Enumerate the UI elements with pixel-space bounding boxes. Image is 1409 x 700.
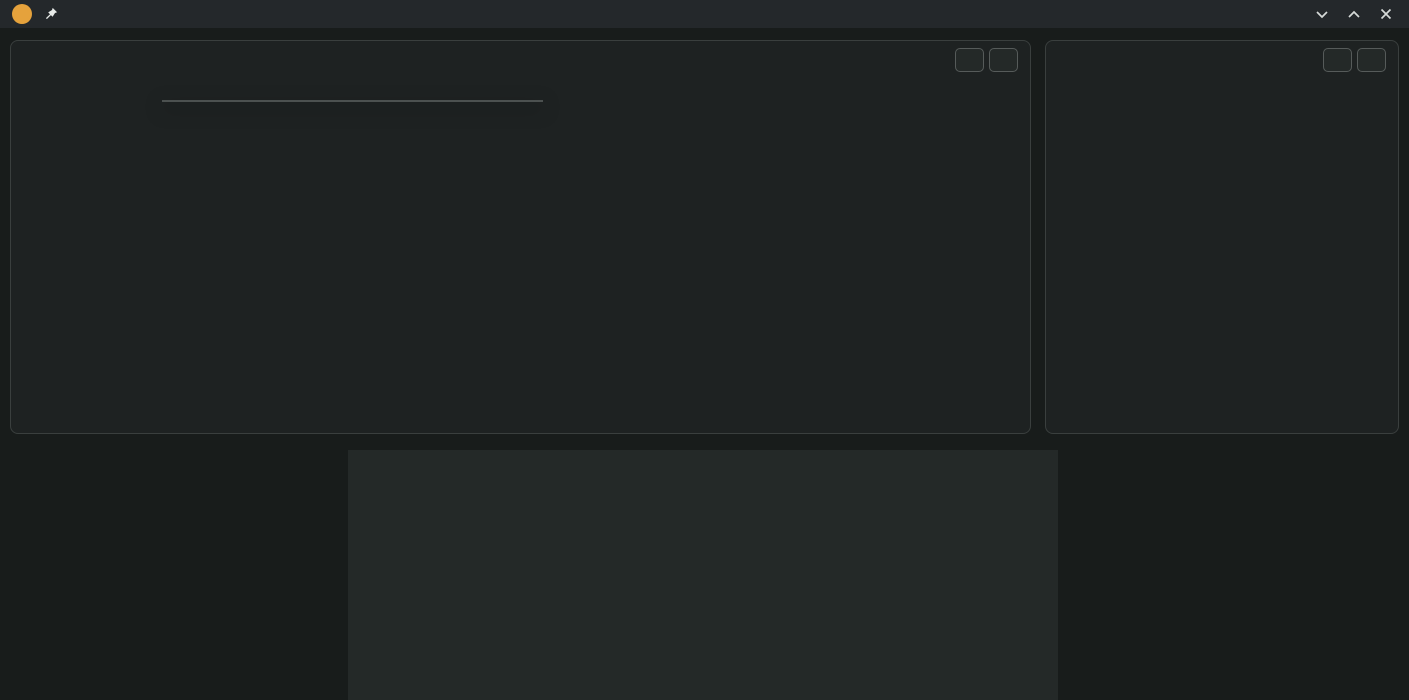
app-logo-icon: [12, 4, 32, 24]
hide-channels-button[interactable]: [1323, 48, 1352, 72]
maximize-icon[interactable]: [1343, 4, 1365, 24]
targets-panel: [1045, 40, 1399, 434]
window-controls: [1311, 4, 1397, 24]
add-channel-button[interactable]: [1357, 48, 1386, 72]
routing-matrix: [348, 450, 1058, 700]
channel-context-menu: [162, 100, 543, 102]
pin-icon[interactable]: [44, 7, 58, 21]
titlebar: [0, 0, 1409, 28]
close-icon[interactable]: [1375, 4, 1397, 24]
minimize-icon[interactable]: [1311, 4, 1333, 24]
hide-channels-button[interactable]: [955, 48, 984, 72]
add-channel-button[interactable]: [989, 48, 1018, 72]
